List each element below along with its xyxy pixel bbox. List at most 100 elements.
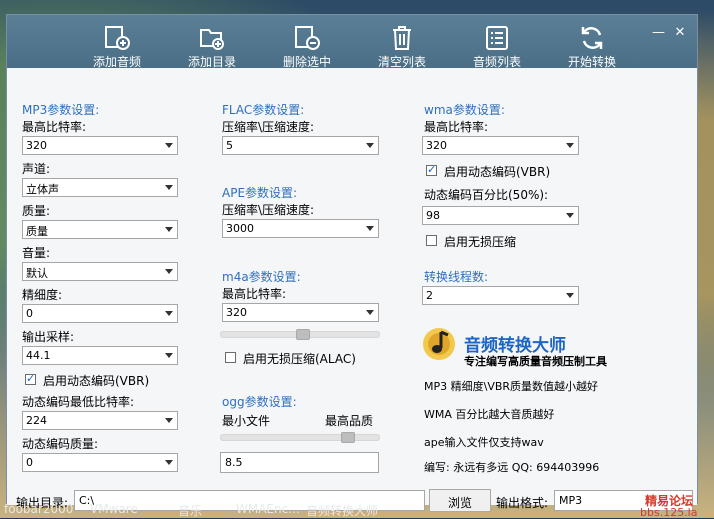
chevron-down-icon	[165, 227, 173, 232]
mp3-channel-value: 立体声	[26, 183, 59, 196]
ape-compression-select[interactable]: 3000	[222, 219, 379, 238]
wma-vbr-percent-value: 98	[426, 209, 440, 222]
flac-section-title: FLAC参数设置:	[222, 103, 305, 117]
minimize-icon[interactable]: —	[652, 26, 665, 39]
author-info: 编写: 永远有多远 QQ: 694403996	[424, 461, 600, 474]
mp3-vbr-checkbox[interactable]	[25, 372, 36, 385]
delete-selected-button[interactable]: 删除选中	[262, 15, 352, 69]
close-icon[interactable]: ✕	[674, 26, 686, 39]
mp3-vbr-min-label: 动态编码最低比特率:	[22, 395, 135, 409]
start-convert-button[interactable]: 开始转换	[547, 15, 637, 69]
app-logo	[421, 326, 461, 365]
trash-icon	[393, 26, 411, 50]
mp3-quality-select[interactable]: 质量	[22, 220, 178, 239]
mp3-vbr-min-select[interactable]: 224	[22, 411, 178, 430]
brand-subtitle: 专注编写高质量音频压制工具	[464, 355, 607, 368]
info-line-1: MP3 精细度\VBR质量数值越小越好	[424, 380, 599, 393]
taskbar-item[interactable]: 音频转换大师	[306, 504, 378, 518]
mp3-vbr-min-value: 224	[26, 414, 47, 427]
mp3-max-bitrate-label: 最高比特率:	[22, 120, 87, 134]
chevron-down-icon	[165, 185, 173, 190]
wma-vbr-label: 启用动态编码(VBR)	[444, 165, 551, 179]
wma-max-bitrate-label: 最高比特率:	[424, 120, 489, 134]
flac-compression-label: 压缩率\压缩速度:	[222, 120, 315, 134]
info-line-2: WMA 百分比越大音质越好	[424, 408, 555, 421]
add-folder-icon	[200, 29, 224, 50]
wma-section-title: wma参数设置:	[424, 103, 505, 117]
wma-max-bitrate-value: 320	[426, 139, 447, 152]
music-note-icon	[423, 328, 455, 360]
mp3-max-bitrate-select[interactable]: 320	[22, 136, 178, 155]
refresh-icon	[581, 27, 603, 49]
threads-select[interactable]: 2	[422, 286, 579, 305]
wma-lossless-checkbox[interactable]	[426, 235, 437, 246]
mp3-section-title: MP3参数设置:	[22, 103, 100, 117]
chevron-down-icon	[165, 418, 173, 423]
mp3-precision-label: 精细度:	[22, 288, 63, 302]
add-audio-button[interactable]: 添加音频	[72, 15, 162, 69]
mp3-quality-value: 质量	[26, 225, 48, 238]
chevron-down-icon	[165, 460, 173, 465]
m4a-max-bitrate-select[interactable]: 320	[222, 303, 379, 322]
m4a-slider[interactable]	[220, 329, 380, 340]
taskbar-item[interactable]: WMAEnc...	[236, 504, 300, 516]
ogg-quality-input[interactable]: 8.5	[220, 452, 379, 473]
chevron-down-icon	[165, 311, 173, 316]
ogg-slider[interactable]	[220, 432, 380, 443]
mp3-vbr-label: 启用动态编码(VBR)	[43, 374, 150, 388]
chevron-down-icon	[165, 143, 173, 148]
chevron-down-icon	[165, 269, 173, 274]
wma-vbr-percent-label: 动态编码百分比(50%):	[424, 188, 549, 202]
taskbar-item[interactable]: 音乐	[178, 504, 202, 518]
toolbar: 添加音频 添加目录 删除选中 清空列表 音频列表 开始转换 — ✕	[7, 15, 697, 69]
chevron-down-icon	[366, 226, 374, 231]
app-window: 添加音频 添加目录 删除选中 清空列表 音频列表 开始转换 — ✕ MP3参数设…	[6, 14, 698, 519]
m4a-slider-thumb[interactable]	[296, 329, 310, 340]
ogg-slider-thumb[interactable]	[341, 432, 355, 443]
taskbar-item[interactable]: foobar2000	[4, 504, 73, 516]
chevron-down-icon	[566, 213, 574, 218]
mp3-channel-select[interactable]: 立体声	[22, 178, 178, 197]
taskbar: foobar2000 VMware 音乐 WMAEnc... 音频转换大师	[0, 504, 714, 518]
chevron-down-icon	[366, 310, 374, 315]
threads-section-title: 转换线程数:	[424, 270, 489, 284]
mp3-quality-label: 质量:	[22, 204, 51, 218]
taskbar-item[interactable]: VMware	[90, 504, 138, 516]
flac-compression-select[interactable]: 5	[222, 136, 379, 155]
settings-panel: MP3参数设置: 最高比特率: 320 声道: 立体声 质量: 质量 音量: 默…	[7, 68, 697, 519]
mp3-sample-value: 44.1	[26, 349, 51, 362]
mp3-volume-value: 默认	[26, 267, 48, 280]
mp3-sample-label: 输出采样:	[22, 330, 75, 344]
mp3-volume-select[interactable]: 默认	[22, 262, 178, 281]
mp3-vbr-quality-label: 动态编码质量:	[22, 437, 99, 451]
chevron-down-icon	[566, 293, 574, 298]
ogg-max-quality-label: 最高品质	[325, 414, 374, 428]
ape-section-title: APE参数设置:	[222, 186, 298, 200]
mp3-volume-label: 音量:	[22, 246, 51, 260]
audio-list-button[interactable]: 音频列表	[452, 15, 542, 69]
mp3-vbr-quality-select[interactable]: 0	[22, 453, 178, 472]
ogg-min-file-label: 最小文件	[222, 414, 271, 428]
mp3-precision-value: 0	[26, 307, 33, 320]
mp3-max-bitrate-value: 320	[26, 139, 47, 152]
m4a-lossless-label: 启用无损压缩(ALAC)	[243, 352, 356, 366]
mp3-vbr-quality-value: 0	[26, 456, 33, 469]
m4a-max-bitrate-label: 最高比特率:	[222, 287, 287, 301]
add-directory-button[interactable]: 添加目录	[167, 15, 257, 69]
chevron-down-icon	[366, 143, 374, 148]
ape-compression-label: 压缩率\压缩速度:	[222, 203, 315, 217]
clear-list-button[interactable]: 清空列表	[357, 15, 447, 69]
wma-vbr-checkbox[interactable]	[426, 163, 437, 176]
m4a-max-bitrate-value: 320	[226, 306, 247, 319]
mp3-sample-select[interactable]: 44.1	[22, 346, 178, 365]
mp3-precision-select[interactable]: 0	[22, 304, 178, 323]
chevron-down-icon	[165, 353, 173, 358]
flac-compression-value: 5	[226, 139, 233, 152]
m4a-lossless-checkbox[interactable]	[225, 352, 236, 363]
ape-compression-value: 3000	[226, 222, 254, 235]
wma-vbr-percent-select[interactable]: 98	[422, 206, 579, 225]
wma-max-bitrate-select[interactable]: 320	[422, 136, 579, 155]
mp3-channel-label: 声道:	[22, 162, 51, 176]
info-line-3: ape输入文件仅支持wav	[424, 436, 544, 449]
chevron-down-icon	[566, 143, 574, 148]
